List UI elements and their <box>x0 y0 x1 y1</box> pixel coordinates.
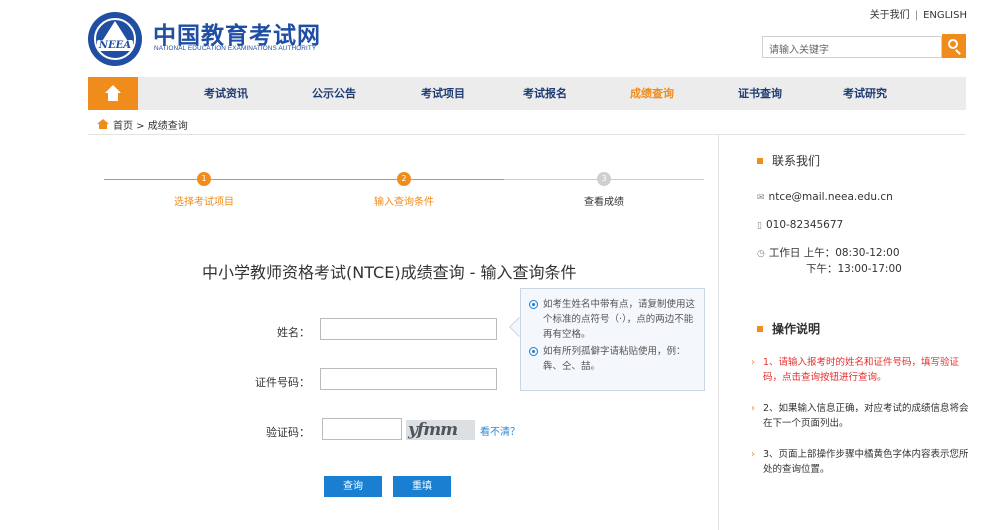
english-link[interactable]: ENGLISH <box>923 10 967 21</box>
site-header: NEEA 中国教育考试网 NATIONAL EDUCATION EXAMINAT… <box>0 0 1000 76</box>
step-2-label: 输入查询条件 <box>374 197 434 208</box>
step-1-dot: 1 <box>197 172 211 186</box>
nav-item-certificates[interactable]: 证书查询 <box>738 77 782 110</box>
operation-step-3: › 3、页面上部操作步骤中橘黄色字体内容表示您所处的查询位置。 <box>751 449 969 475</box>
submit-query-button[interactable]: 查询 <box>324 476 382 497</box>
nav-item-news[interactable]: 考试资讯 <box>204 77 248 110</box>
name-input[interactable] <box>320 318 497 340</box>
step-2-dot: 2 <box>397 172 411 186</box>
clock-icon: ◷ <box>757 249 765 259</box>
step-3-label: 查看成绩 <box>584 197 624 208</box>
captcha-input[interactable] <box>322 418 402 440</box>
operation-step-1: › 1、请输入报考时的姓名和证件号码，填写验证码，点击查询按钮进行查询。 <box>751 357 960 383</box>
contact-hours: ◷ 工作日 上午：08:30-12:00 <box>757 247 900 259</box>
mail-icon: ✉ <box>757 193 765 203</box>
step-1-label: 选择考试项目 <box>174 197 234 208</box>
nav-item-exams[interactable]: 考试项目 <box>421 77 465 110</box>
radio-bullet-icon <box>529 300 538 309</box>
phone-icon: ▯ <box>757 221 762 231</box>
name-label: 姓名： <box>277 326 310 339</box>
contact-hours-pm: 下午：13:00-17:00 <box>806 263 902 275</box>
search-input[interactable]: 请输入关键字 <box>762 36 942 58</box>
about-link[interactable]: 关于我们 <box>870 10 910 21</box>
page-title: 中小学教师资格考试(NTCE)成绩查询 - 输入查询条件 <box>202 263 577 282</box>
nav-item-scores[interactable]: 成绩查询 <box>630 77 674 110</box>
captcha-label: 验证码： <box>266 426 310 439</box>
operation-step-2: › 2、如果输入信息正确，对应考试的成绩信息将会在下一个页面列出。 <box>751 403 969 429</box>
sidebar-divider <box>718 134 719 530</box>
refresh-captcha-link[interactable]: 看不清？ <box>480 423 520 438</box>
site-subtitle: NATIONAL EDUCATION EXAMINATIONS AUTHORIT… <box>154 45 317 52</box>
tip-item: 如考生姓名中带有点，请复制使用这个标准的点符号（·），点的两边不能再有空格。 <box>529 297 696 342</box>
breadcrumb-home-icon[interactable] <box>97 119 109 129</box>
tip-item: 如有所列孤僻字请粘贴使用，例：犇、仝、喆。 <box>529 344 696 374</box>
operation-title: 操作说明 <box>757 320 820 337</box>
radio-bullet-icon <box>529 347 538 356</box>
search-icon <box>948 39 958 49</box>
contact-email[interactable]: ✉ ntce@mail.neea.edu.cn <box>757 190 893 205</box>
square-bullet-icon <box>757 157 763 164</box>
search-button[interactable] <box>942 34 966 58</box>
home-icon <box>105 85 121 93</box>
captcha-text: yfmm <box>408 420 458 440</box>
captcha-image[interactable]: yfmm <box>406 420 475 440</box>
nav-item-research[interactable]: 考试研究 <box>843 77 887 110</box>
step-3-dot: 3 <box>597 172 611 186</box>
top-links-separator: | <box>914 10 919 21</box>
breadcrumb[interactable]: 首页 > 成绩查询 <box>113 117 188 132</box>
chevron-right-icon: › <box>751 403 755 414</box>
main-nav: 考试资讯 公示公告 考试项目 考试报名 成绩查询 证书查询 考试研究 <box>88 77 966 110</box>
contact-phone: ▯ 010-82345677 <box>757 219 844 231</box>
square-bullet-icon <box>757 325 763 332</box>
top-links: 关于我们 | ENGLISH <box>870 6 967 21</box>
chevron-right-icon: › <box>751 357 755 368</box>
neea-logo-icon[interactable]: NEEA <box>88 12 142 66</box>
input-tip-box: 如考生姓名中带有点，请复制使用这个标准的点符号（·），点的两边不能再有空格。 如… <box>520 288 705 391</box>
chevron-right-icon: › <box>751 449 755 460</box>
contact-title: 联系我们 <box>757 152 820 169</box>
id-number-input[interactable] <box>320 368 497 390</box>
header-divider <box>88 134 966 135</box>
step-progress-line <box>104 179 504 180</box>
nav-item-registration[interactable]: 考试报名 <box>523 77 567 110</box>
reset-button[interactable]: 重填 <box>393 476 451 497</box>
id-number-label: 证件号码： <box>255 376 310 389</box>
nav-home-button[interactable] <box>88 77 138 110</box>
nav-item-notices[interactable]: 公示公告 <box>312 77 356 110</box>
